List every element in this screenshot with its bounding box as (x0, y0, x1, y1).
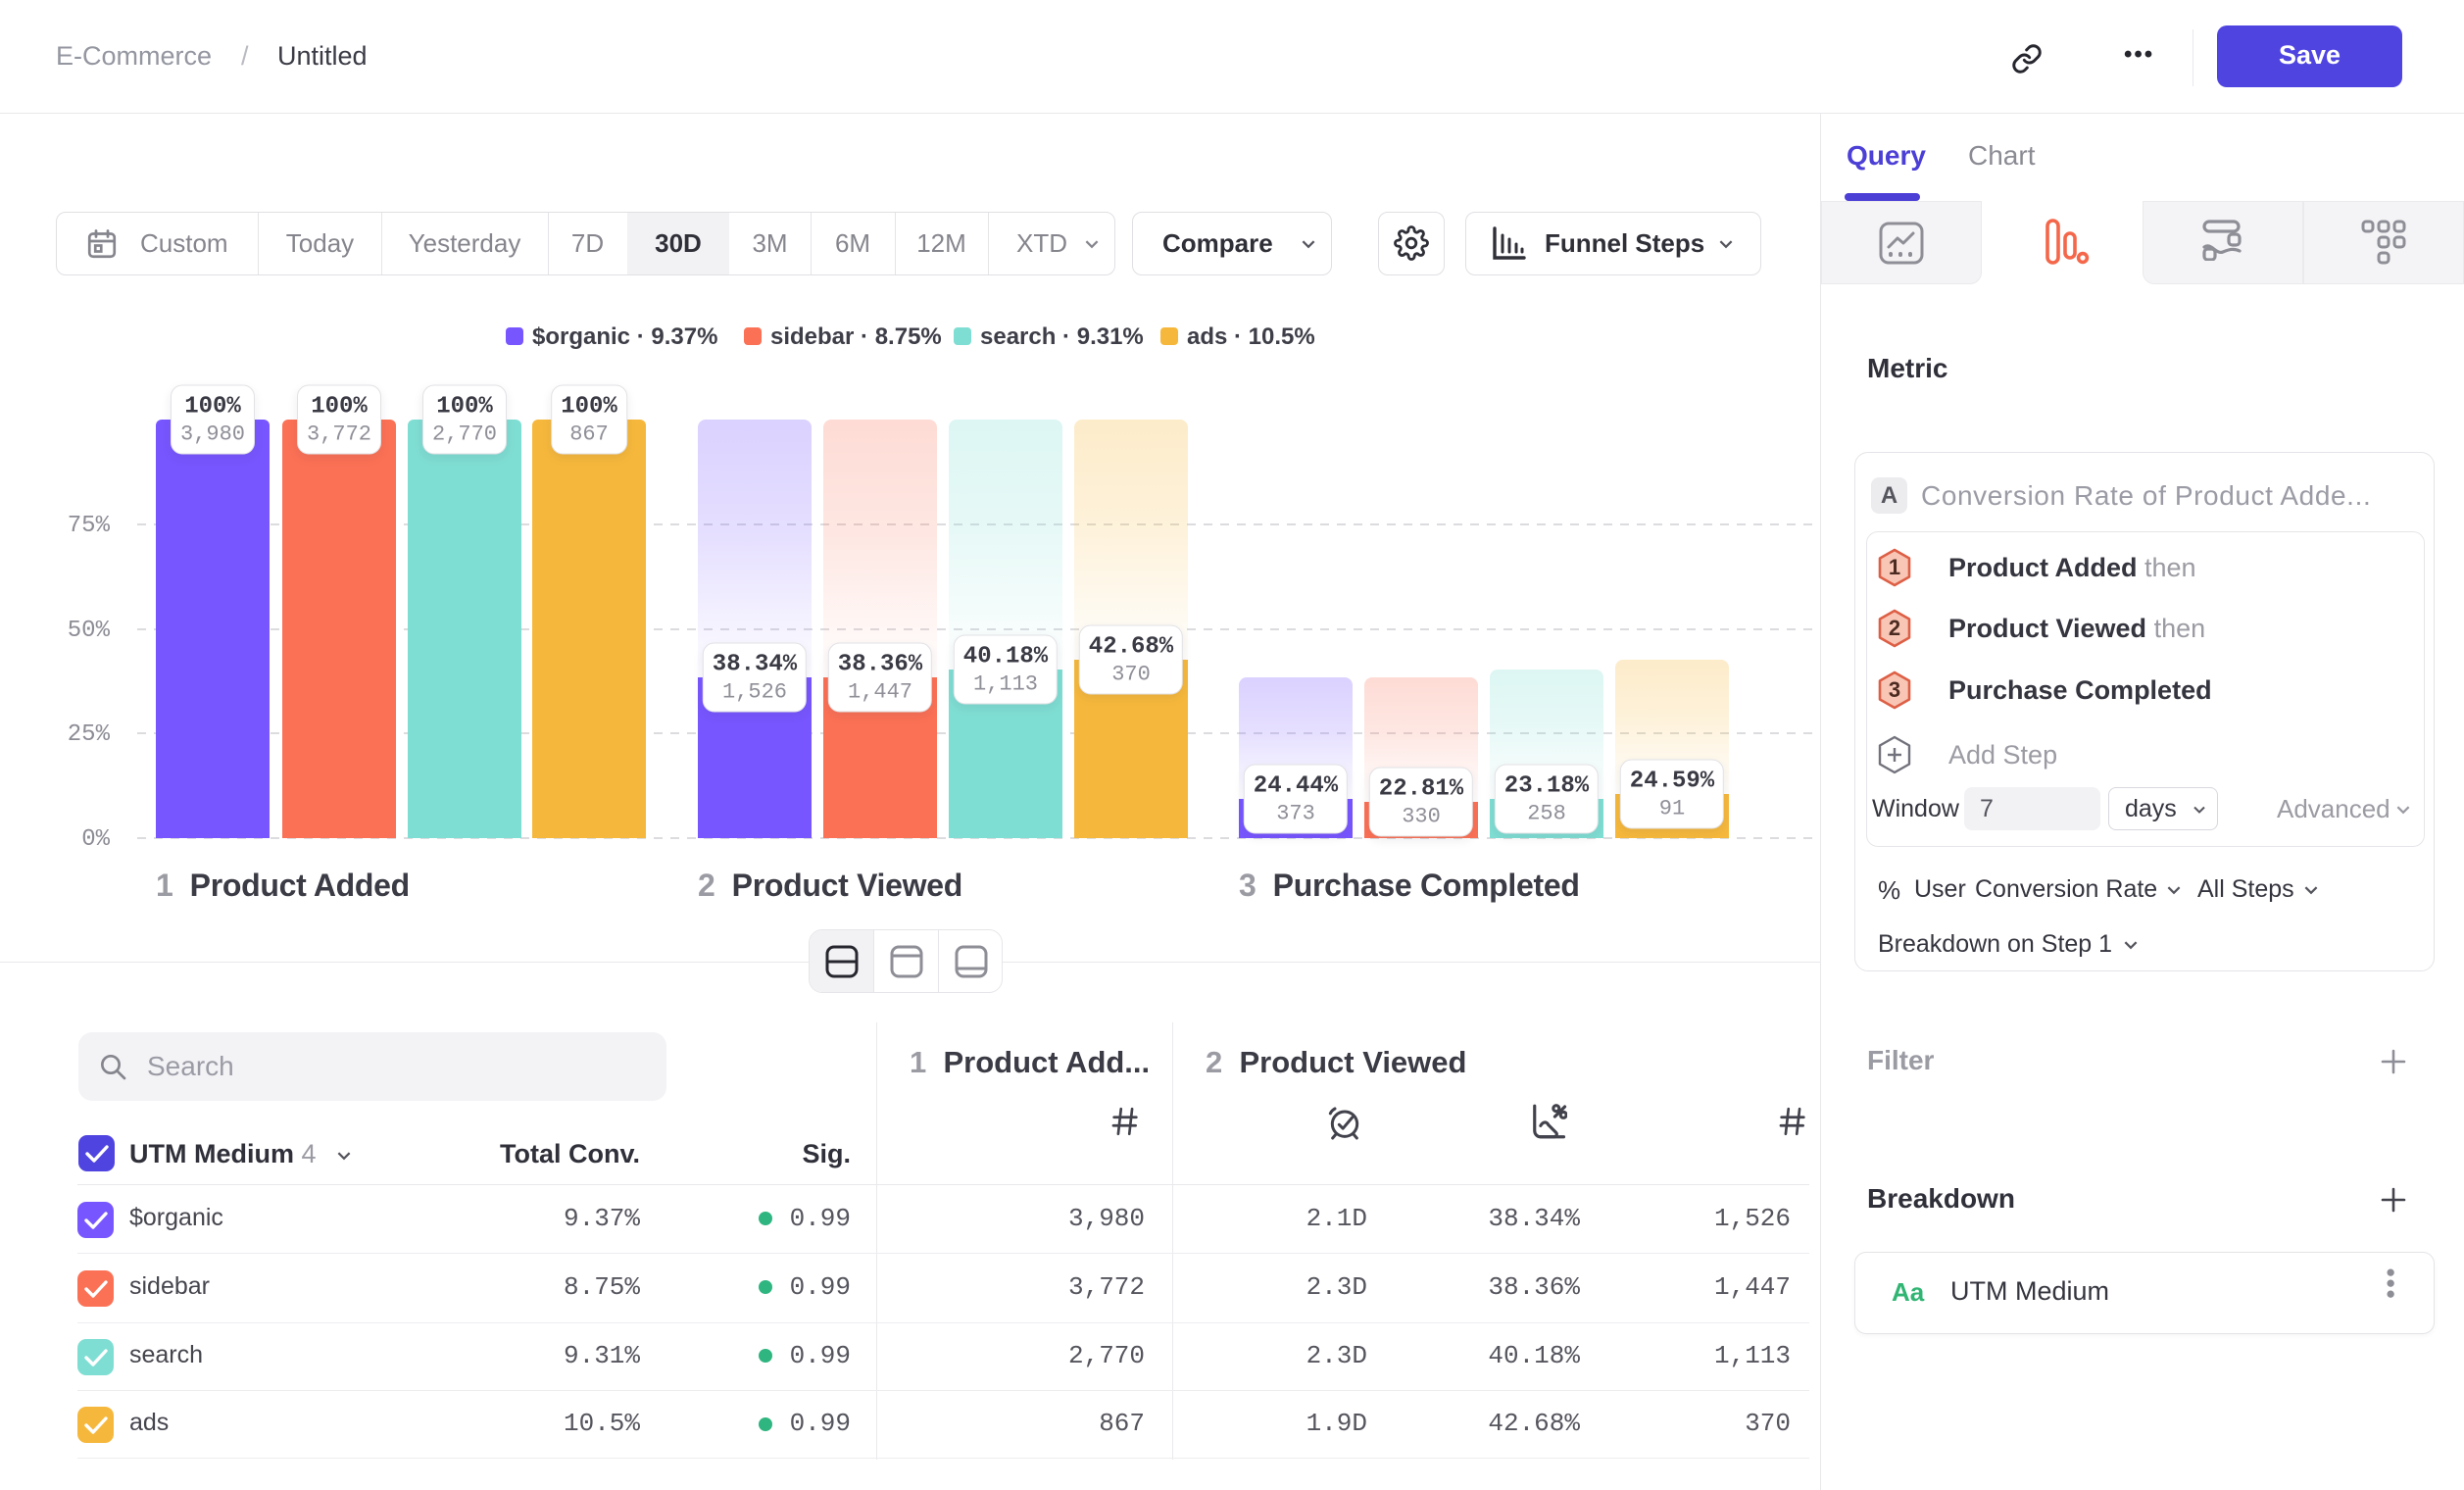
svg-text:3: 3 (1889, 677, 1900, 702)
svg-text:2: 2 (1889, 616, 1900, 640)
svg-text:1: 1 (1889, 555, 1900, 579)
